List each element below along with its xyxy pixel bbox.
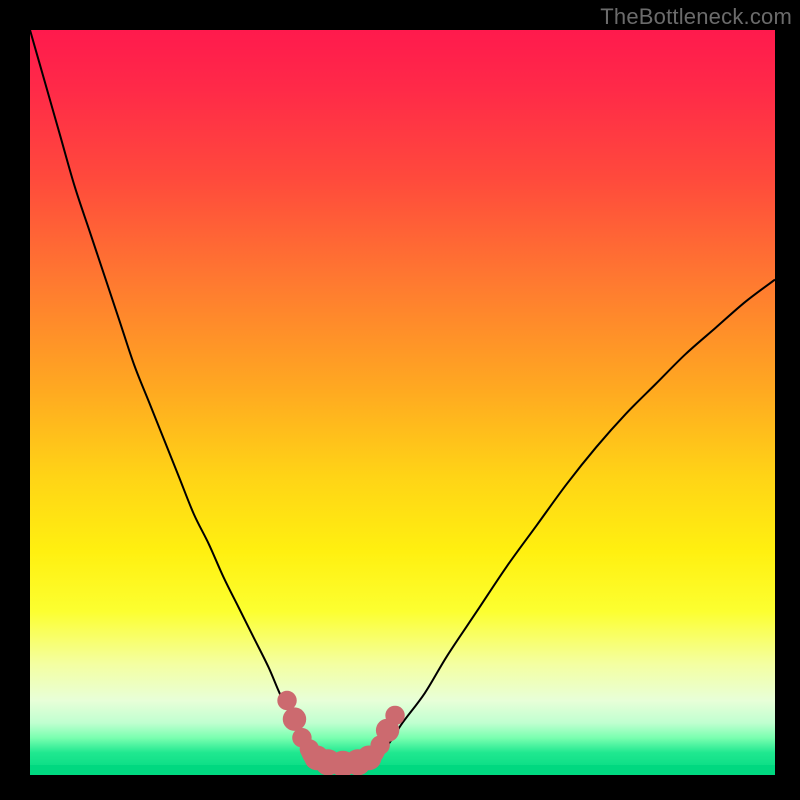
watermark-text: TheBottleneck.com [600, 4, 792, 30]
curve-marker [385, 706, 404, 725]
curve-marker [283, 707, 306, 730]
left-curve [30, 30, 313, 760]
plot-area [30, 30, 775, 775]
curve-marker [277, 691, 296, 710]
right-curve [373, 280, 775, 759]
chart-frame: TheBottleneck.com [0, 0, 800, 800]
marker-group [277, 691, 404, 775]
curve-layer [30, 30, 775, 775]
